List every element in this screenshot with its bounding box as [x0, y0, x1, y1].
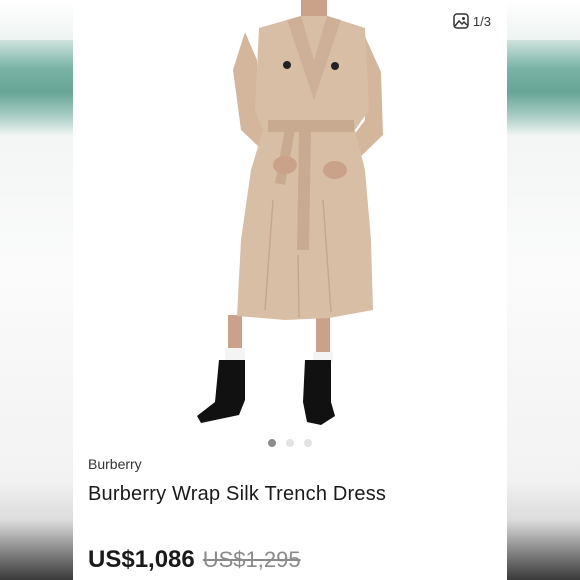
backdrop-right	[507, 0, 580, 580]
backdrop-left	[0, 0, 73, 580]
product-title: Burberry Wrap Silk Trench Dress	[88, 483, 387, 505]
boot-left	[197, 360, 245, 423]
carousel-dot-3[interactable]	[304, 439, 312, 447]
carousel-dot-1[interactable]	[268, 439, 276, 447]
sock-left	[225, 348, 245, 360]
brand-name[interactable]: Burberry	[88, 456, 142, 472]
product-photo-illustration	[197, 0, 383, 425]
carousel-dot-2[interactable]	[286, 439, 294, 447]
image-counter: 1/3	[453, 13, 491, 29]
belt	[268, 120, 354, 132]
belt-tail-1	[297, 130, 311, 250]
product-image[interactable]: 1/3	[73, 0, 507, 430]
carousel-dots	[73, 439, 507, 447]
button-left	[283, 61, 291, 69]
gallery-icon	[453, 13, 469, 29]
price-current: US$1,086	[88, 546, 195, 573]
listing-card: 1/3 Burberry Burberry Wrap Silk Trench D…	[73, 0, 507, 580]
price-original: US$1,295	[202, 547, 301, 572]
price-row: US$1,086 US$1,295	[88, 546, 301, 574]
hand-left	[273, 156, 297, 174]
boot-right	[303, 360, 335, 425]
image-counter-text: 1/3	[472, 13, 491, 29]
button-right	[331, 62, 339, 70]
hand-right	[323, 161, 347, 179]
